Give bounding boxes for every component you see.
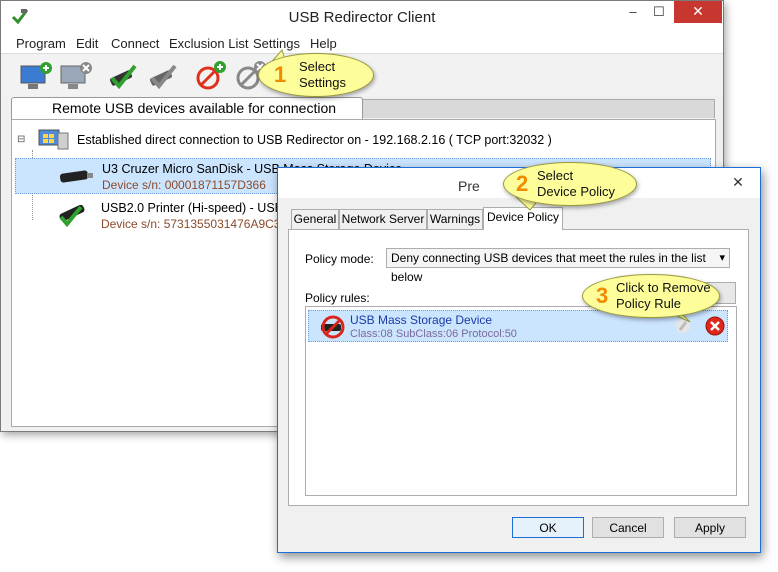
tab-general[interactable]: General: [291, 209, 339, 229]
dialog-title: Pre: [458, 178, 480, 194]
device-name: USB2.0 Printer (Hi-speed) - USB P: [101, 201, 295, 215]
rule-name: USB Mass Storage Device: [350, 313, 493, 327]
remove-from-exclusion-icon[interactable]: [233, 60, 267, 92]
dialog-titlebar: Pre ✕: [278, 168, 760, 198]
usb-stick-icon: [56, 163, 96, 189]
ok-button[interactable]: OK: [512, 517, 584, 538]
menu-settings[interactable]: Settings: [253, 36, 300, 51]
menu-connect[interactable]: Connect: [111, 36, 159, 51]
apply-button[interactable]: Apply: [674, 517, 746, 538]
maximize-button[interactable]: ☐: [647, 1, 671, 23]
add-to-exclusion-icon[interactable]: [193, 60, 227, 92]
tab-warnings[interactable]: Warnings: [427, 209, 483, 229]
toolbar: [1, 53, 723, 96]
menu-edit[interactable]: Edit: [76, 36, 98, 51]
preferences-dialog: Pre ✕ General Network Server Warnings De…: [277, 167, 761, 553]
device-serial: Device s/n: 5731355031476A9C3F: [101, 217, 288, 231]
computer-icon: [38, 128, 70, 150]
policy-mode-label: Policy mode:: [305, 252, 374, 266]
policy-mode-select[interactable]: Deny connecting USB devices that meet th…: [386, 248, 730, 284]
policy-rule-row[interactable]: USB Mass Storage Device Class:08 SubClas…: [308, 310, 728, 342]
window-title: USB Redirector Client: [288, 9, 436, 26]
connection-label[interactable]: Established direct connection to USB Red…: [77, 133, 552, 147]
add-server-icon[interactable]: [19, 60, 53, 92]
remove-rule-icon[interactable]: [705, 316, 725, 336]
connect-device-icon[interactable]: [106, 60, 140, 92]
minimize-button[interactable]: –: [621, 1, 645, 23]
tab-remote-devices[interactable]: Remote USB devices available for connect…: [11, 97, 363, 120]
menu-exclusion-list[interactable]: Exclusion List: [169, 36, 248, 51]
menu-bar: Program Edit Connect Exclusion List Sett…: [1, 33, 723, 53]
tab-network-server[interactable]: Network Server: [339, 209, 427, 229]
tree-collapse-icon[interactable]: ⊟: [17, 134, 25, 145]
deny-usb-icon: [319, 314, 347, 340]
menu-program[interactable]: Program: [16, 36, 66, 51]
main-titlebar: USB Redirector Client – ☐ ✕: [1, 1, 723, 33]
policy-rules-label: Policy rules:: [305, 291, 370, 305]
menu-help[interactable]: Help: [310, 36, 337, 51]
chevron-down-icon: ▾: [719, 252, 725, 264]
disconnect-device-icon[interactable]: [146, 60, 180, 92]
remove-server-icon[interactable]: [59, 60, 93, 92]
close-button[interactable]: ✕: [674, 1, 722, 23]
tab-secondary[interactable]: [361, 99, 715, 118]
rule-details: Class:08 SubClass:06 Protocol:50: [350, 328, 517, 340]
tab-device-policy[interactable]: Device Policy: [483, 207, 563, 230]
cancel-button[interactable]: Cancel: [592, 517, 664, 538]
edit-rule-icon[interactable]: [675, 317, 691, 335]
add-rule-button[interactable]: [698, 282, 736, 304]
printer-cable-icon: [55, 201, 95, 229]
dialog-close-button[interactable]: ✕: [727, 174, 749, 192]
device-serial: Device s/n: 00001871157D366: [102, 178, 266, 192]
